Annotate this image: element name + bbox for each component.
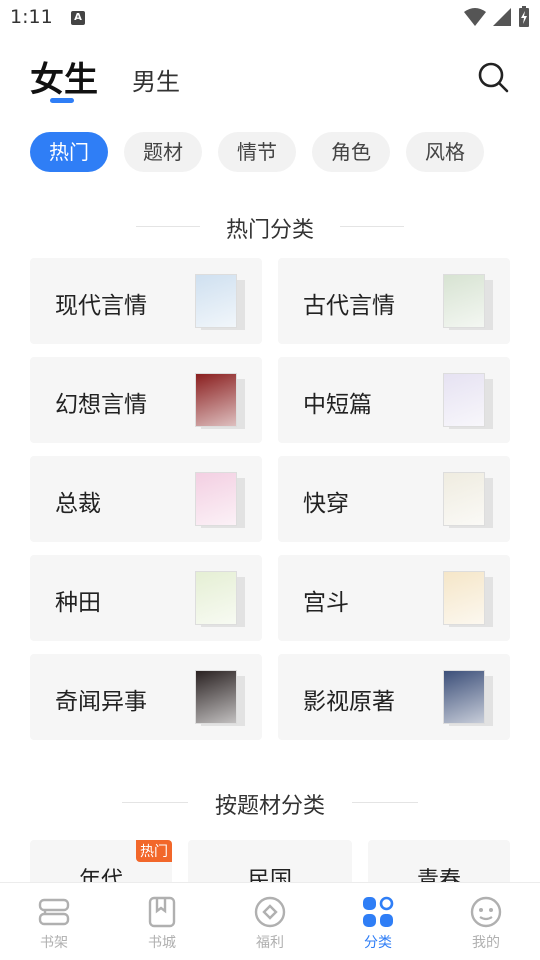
category-label: 总裁	[55, 491, 101, 517]
book-cover	[443, 670, 493, 726]
book-cover	[195, 373, 245, 429]
book-cover	[443, 274, 493, 330]
category-icon	[363, 896, 394, 927]
notification-a-icon: A	[71, 11, 85, 25]
category-label: 现代言情	[55, 293, 147, 319]
book-cover	[195, 571, 245, 627]
nav-label: 书城	[148, 935, 176, 951]
nav-bookstore[interactable]: 书城	[108, 883, 216, 960]
category-card-ceo[interactable]: 总裁	[30, 456, 262, 542]
category-card-ancient-romance[interactable]: 古代言情	[278, 258, 510, 344]
category-card-film-originals[interactable]: 影视原著	[278, 654, 510, 740]
bookstore-icon	[148, 896, 176, 928]
chip-style[interactable]: 风格	[406, 132, 484, 172]
status-time: 1:11	[10, 6, 53, 28]
section-title-hot: 热门分类	[225, 218, 314, 243]
chip-role[interactable]: 角色	[312, 132, 390, 172]
filter-chips: 热门 题材 情节 角色 风格	[30, 132, 484, 172]
tab-female[interactable]: 女生	[30, 52, 98, 101]
book-cover	[443, 472, 493, 528]
nav-label: 我的	[472, 935, 500, 951]
category-label: 幻想言情	[55, 392, 147, 418]
category-card-strange-tales[interactable]: 奇闻异事	[30, 654, 262, 740]
book-cover	[195, 274, 245, 330]
divider	[352, 802, 418, 803]
nav-benefits[interactable]: 福利	[216, 883, 324, 960]
category-label: 奇闻异事	[55, 689, 147, 715]
chip-hot[interactable]: 热门	[30, 132, 108, 172]
category-card-fantasy-romance[interactable]: 幻想言情	[30, 357, 262, 443]
status-icons	[464, 6, 530, 28]
benefits-icon	[254, 896, 286, 928]
category-label: 影视原著	[303, 689, 395, 715]
category-label: 古代言情	[303, 293, 395, 319]
bottom-nav: 书架 书城 福利 分类 我的	[0, 882, 540, 960]
search-icon[interactable]	[476, 60, 510, 94]
nav-label: 书架	[40, 935, 68, 951]
active-tab-indicator	[50, 98, 74, 103]
category-card-short-stories[interactable]: 中短篇	[278, 357, 510, 443]
book-cover	[195, 472, 245, 528]
nav-label: 分类	[364, 935, 392, 951]
hot-badge: 热门	[136, 840, 172, 862]
category-card-quick-transmigration[interactable]: 快穿	[278, 456, 510, 542]
category-label: 宫斗	[303, 590, 349, 616]
book-cover	[195, 670, 245, 726]
nav-bookshelf[interactable]: 书架	[0, 883, 108, 960]
nav-label: 福利	[256, 935, 284, 951]
book-cover	[443, 571, 493, 627]
category-card-farming[interactable]: 种田	[30, 555, 262, 641]
divider	[340, 226, 404, 227]
category-card-modern-romance[interactable]: 现代言情	[30, 258, 262, 344]
bookshelf-icon	[38, 898, 70, 926]
nav-profile[interactable]: 我的	[432, 883, 540, 960]
section-title-theme: 按题材分类	[214, 794, 325, 819]
category-label: 种田	[55, 590, 101, 616]
battery-icon	[519, 6, 529, 27]
wifi-icon	[464, 8, 486, 26]
profile-icon	[470, 896, 502, 928]
chip-theme[interactable]: 题材	[124, 132, 202, 172]
category-label: 中短篇	[303, 392, 372, 418]
category-card-palace-intrigue[interactable]: 宫斗	[278, 555, 510, 641]
nav-category[interactable]: 分类	[324, 883, 432, 960]
tab-male[interactable]: 男生	[132, 62, 180, 97]
book-cover	[443, 373, 493, 429]
category-label: 快穿	[303, 491, 349, 517]
status-bar: 1:11 A	[0, 0, 540, 36]
chip-plot[interactable]: 情节	[218, 132, 296, 172]
signal-icon	[493, 8, 511, 26]
